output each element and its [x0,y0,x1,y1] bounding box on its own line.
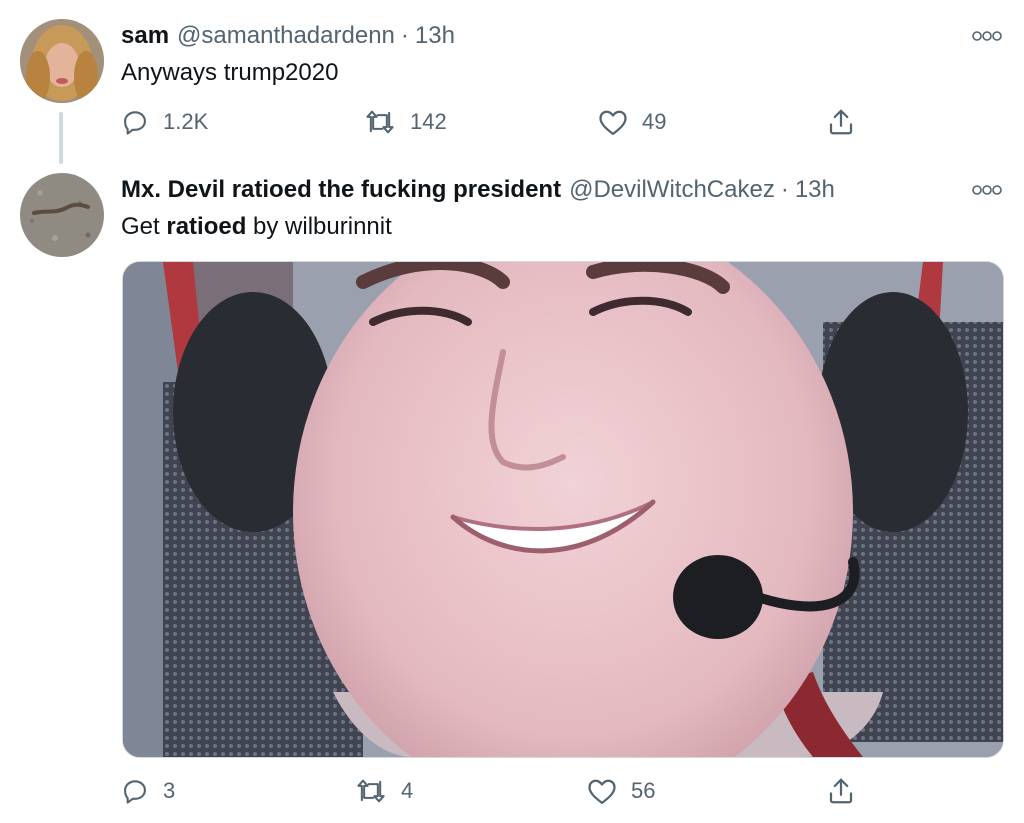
tweet-text: Get ratioed by wilburinnit [121,212,392,242]
share-icon [829,109,853,135]
avatar[interactable] [20,19,104,103]
like-count: 56 [631,778,656,803]
tweet-header: sam @samanthadardenn · 13h [121,21,455,51]
retweet-icon [366,110,394,134]
more-icon[interactable] [972,30,1002,42]
share-button[interactable] [826,107,856,137]
user-handle[interactable]: @samanthadardenn [177,21,395,51]
retweet-icon [357,779,385,803]
reply-icon [124,111,146,135]
like-button[interactable]: 56 [587,777,655,805]
more-icon[interactable] [972,184,1002,196]
retweet-count: 142 [410,109,447,134]
avatar[interactable] [20,173,104,257]
retweet-button[interactable]: 142 [364,108,447,136]
separator-dot: · [780,176,789,203]
tweet-text-part: by wilburinnit [246,213,392,240]
media-photo [123,262,1003,757]
reply-count: 1.2K [163,109,209,134]
tweet-text: Anyways trump2020 [121,59,339,86]
like-icon [588,779,616,804]
retweet-button[interactable]: 4 [355,777,413,805]
like-button[interactable]: 49 [598,108,666,136]
avatar-image [20,19,104,103]
reply-button[interactable]: 3 [121,777,175,805]
like-count: 49 [642,109,667,134]
timestamp[interactable]: 13h [795,175,835,205]
tweet-media-image[interactable] [122,261,1004,758]
tweet-text-bold: ratioed [166,213,247,240]
separator-dot: · [400,22,409,49]
like-icon [599,110,627,135]
thread-connector [59,112,63,164]
tweet-header: Mx. Devil ratioed the fucking president … [121,175,835,205]
share-icon [829,778,853,804]
reply-icon [124,780,146,804]
display-name[interactable]: Mx. Devil ratioed the fucking president [121,175,561,205]
retweet-count: 4 [401,778,414,803]
reply-count: 3 [163,778,176,803]
user-handle[interactable]: @DevilWitchCakez [569,175,775,205]
display-name[interactable]: sam [121,21,169,51]
timestamp[interactable]: 13h [415,21,455,51]
share-button[interactable] [826,776,856,806]
reply-button[interactable]: 1.2K [121,108,208,136]
tweet-text-part: Get [121,213,167,240]
avatar-image [20,173,104,257]
